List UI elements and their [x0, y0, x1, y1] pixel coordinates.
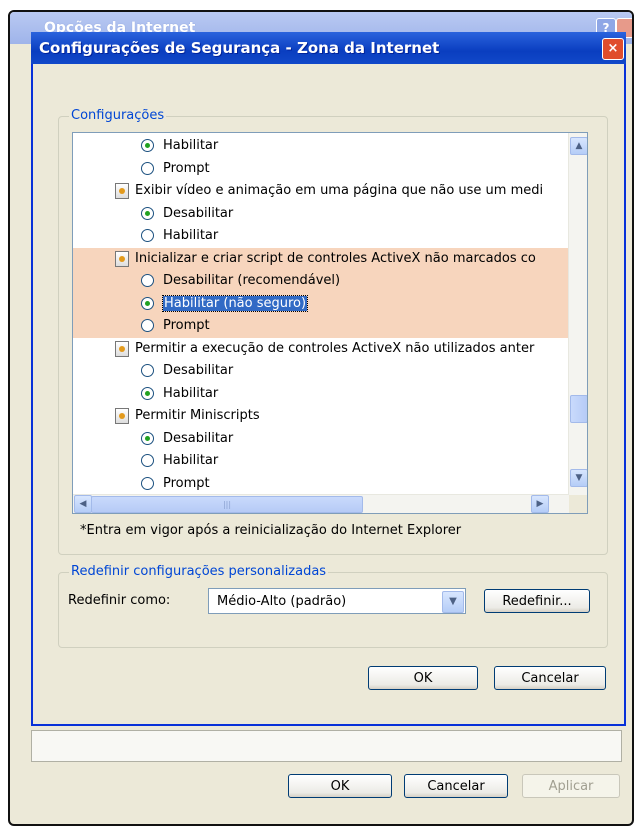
option-label: Habilitar: [163, 228, 219, 243]
radio-button[interactable]: [141, 476, 154, 490]
scroll-left-icon[interactable]: ◀: [74, 495, 92, 513]
reset-button[interactable]: Redefinir...: [484, 589, 590, 613]
radio-button[interactable]: [141, 431, 154, 445]
horizontal-scroll-thumb[interactable]: |||: [91, 496, 363, 513]
settings-page-icon: [115, 183, 129, 199]
option-label: Habilitar: [163, 385, 219, 401]
chevron-down-icon[interactable]: ▼: [442, 591, 464, 613]
option-label: Habilitar (não seguro): [161, 294, 309, 312]
radio-button[interactable]: [141, 274, 154, 287]
settings-page-icon: [115, 340, 129, 357]
option-label: Habilitar: [163, 138, 219, 153]
option-label: Prompt: [163, 475, 210, 491]
radio-button[interactable]: [141, 161, 154, 175]
setting-label: Permitir Miniscripts: [135, 408, 260, 423]
option-row[interactable]: Habilitar (não seguro): [73, 293, 569, 315]
ok-button[interactable]: OK: [288, 774, 392, 798]
setting-label: Inicializar e criar script de controles …: [135, 250, 536, 266]
option-label: Prompt: [163, 318, 210, 333]
reset-group-label: Redefinir configurações personalizadas: [69, 564, 329, 579]
dialog-titlebar: Configurações de Segurança - Zona da Int…: [31, 32, 626, 64]
radio-button[interactable]: [141, 386, 154, 400]
setting-label: Permitir a execução de controles ActiveX…: [135, 340, 535, 356]
radio-button[interactable]: [141, 206, 154, 220]
reset-level-value: Médio-Alto (padrão): [217, 594, 347, 609]
settings-list[interactable]: Habilitar Prompt Exibir vídeo e animação e…: [72, 132, 588, 514]
option-label: Desabilitar: [163, 430, 234, 446]
radio-button[interactable]: [141, 229, 154, 242]
restart-note: *Entra em vigor após a reinicialização d…: [80, 523, 462, 538]
option-label: Desabilitar: [163, 363, 234, 378]
setting-row[interactable]: Permitir Miniscripts: [73, 405, 569, 427]
option-label: Desabilitar: [163, 205, 234, 221]
reset-level-select[interactable]: Médio-Alto (padrão) ▼: [208, 588, 466, 614]
scroll-up-icon[interactable]: ▲: [570, 137, 587, 155]
option-row[interactable]: Prompt: [73, 473, 569, 495]
radio-button[interactable]: [141, 296, 154, 310]
dialog-ok-button[interactable]: OK: [368, 666, 478, 690]
setting-row[interactable]: Inicializar e criar script de controles …: [73, 248, 569, 270]
option-row[interactable]: Prompt: [73, 315, 569, 337]
option-row[interactable]: Habilitar: [73, 383, 569, 405]
vertical-scroll-thumb[interactable]: [570, 395, 587, 423]
option-row[interactable]: Desabilitar (recomendável): [73, 270, 569, 292]
radio-button[interactable]: [141, 139, 154, 152]
option-label: Habilitar: [163, 453, 219, 468]
scroll-corner: [569, 495, 587, 513]
horizontal-scrollbar[interactable]: ◀ ||| ▶: [73, 494, 569, 513]
option-row[interactable]: Desabilitar: [73, 428, 569, 450]
vertical-scrollbar[interactable]: ▲ ▼: [568, 133, 587, 495]
apply-button[interactable]: Aplicar: [522, 774, 620, 798]
settings-page-icon: [115, 408, 129, 424]
bottom-panel: [31, 730, 622, 762]
radio-button[interactable]: [141, 319, 154, 332]
scroll-right-icon[interactable]: ▶: [531, 495, 549, 513]
option-row[interactable]: Prompt: [73, 158, 569, 180]
option-label: Prompt: [163, 160, 210, 176]
scroll-down-icon[interactable]: ▼: [570, 469, 587, 487]
cancel-button[interactable]: Cancelar: [404, 774, 508, 798]
option-row[interactable]: Desabilitar: [73, 203, 569, 225]
settings-group-label: Configurações: [69, 108, 167, 123]
reset-as-label: Redefinir como:: [68, 593, 171, 608]
dialog-title: Configurações de Segurança - Zona da Int…: [39, 39, 440, 57]
radio-button[interactable]: [141, 454, 154, 467]
option-row[interactable]: Habilitar: [73, 450, 569, 472]
settings-page-icon: [115, 250, 129, 267]
close-icon[interactable]: ×: [602, 38, 624, 60]
setting-row[interactable]: Exibir vídeo e animação em uma página qu…: [73, 180, 569, 202]
option-row[interactable]: Habilitar: [73, 225, 569, 247]
dialog-cancel-button[interactable]: Cancelar: [494, 666, 606, 690]
option-row[interactable]: Desabilitar: [73, 360, 569, 382]
setting-label: Exibir vídeo e animação em uma página qu…: [135, 183, 544, 198]
option-row[interactable]: Habilitar: [73, 135, 569, 157]
setting-row[interactable]: Permitir a execução de controles ActiveX…: [73, 338, 569, 360]
option-label: Desabilitar (recomendável): [163, 273, 341, 288]
radio-button[interactable]: [141, 364, 154, 377]
